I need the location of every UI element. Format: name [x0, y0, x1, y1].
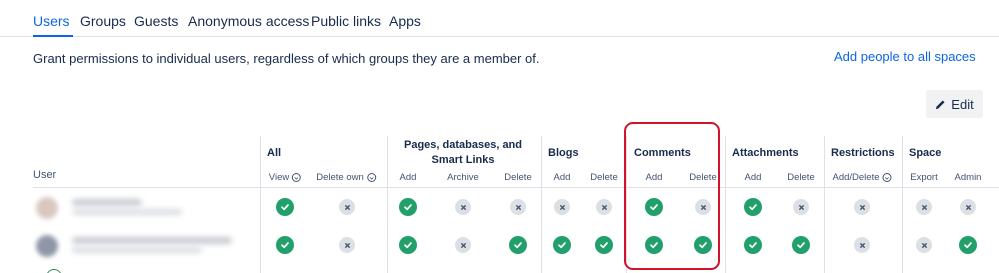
permission-denied-icon[interactable] [596, 199, 612, 215]
subheader-space-admin: Admin [954, 172, 982, 183]
tab-anonymous-access[interactable]: Anonymous access [188, 13, 309, 29]
permission-granted-icon[interactable] [595, 236, 613, 254]
active-tab-indicator [33, 35, 73, 37]
avatar [36, 235, 58, 257]
permission-denied-icon[interactable] [510, 199, 526, 215]
group-header-attachments: Attachments [732, 147, 799, 159]
group-header-space: Space [909, 147, 942, 159]
column-divider [902, 136, 903, 273]
permission-denied-icon[interactable] [339, 237, 355, 253]
tab-guests[interactable]: Guests [134, 13, 178, 29]
group-header-blogs: Blogs [548, 147, 579, 159]
subheader-comments-add: Add [645, 172, 663, 183]
permission-tabs: Users Groups Guests Anonymous access Pub… [0, 0, 999, 37]
permission-denied-icon[interactable] [793, 199, 809, 215]
column-divider [824, 136, 825, 273]
subheader-comments-delete: Delete [689, 172, 717, 183]
column-divider [725, 136, 726, 273]
permission-granted-icon[interactable] [959, 236, 977, 254]
permission-granted-icon[interactable] [399, 198, 417, 216]
column-divider [626, 136, 627, 273]
subheader-view-label: View [268, 172, 290, 183]
permission-denied-icon[interactable] [455, 199, 471, 215]
subheader-attachments-add: Add [744, 172, 762, 183]
group-header-restrictions: Restrictions [831, 147, 895, 159]
subheader-view: View [268, 172, 302, 183]
avatar [36, 197, 58, 219]
permission-denied-icon[interactable] [695, 199, 711, 215]
column-divider [260, 136, 261, 273]
user-column-header: User [33, 169, 57, 181]
info-icon[interactable] [882, 173, 892, 182]
subheader-space-export: Export [910, 172, 938, 183]
group-header-all: All [267, 147, 282, 159]
subheader-pages-archive: Archive [447, 172, 479, 183]
page-description: Grant permissions to individual users, r… [33, 51, 540, 66]
permission-granted-icon[interactable] [645, 198, 663, 216]
user-name-redacted [72, 199, 142, 206]
permission-denied-icon[interactable] [854, 199, 870, 215]
permission-denied-icon[interactable] [916, 237, 932, 253]
permission-granted-icon[interactable] [792, 236, 810, 254]
user-name-redacted [72, 237, 232, 244]
subheader-pages-delete: Delete [504, 172, 532, 183]
permission-granted-icon[interactable] [509, 236, 527, 254]
permission-granted-icon[interactable] [645, 236, 663, 254]
permission-granted-icon[interactable] [744, 236, 762, 254]
edit-button-label: Edit [951, 96, 974, 112]
permission-granted-icon[interactable] [399, 236, 417, 254]
subheader-delete-own: Delete own [316, 172, 376, 183]
user-email-redacted [72, 209, 182, 215]
permission-granted-icon[interactable] [553, 236, 571, 254]
column-divider [541, 136, 542, 273]
add-people-link[interactable]: Add people to all spaces [834, 49, 976, 64]
column-divider [387, 136, 388, 273]
permission-denied-icon[interactable] [854, 237, 870, 253]
group-header-comments: Comments [634, 147, 691, 159]
tab-users[interactable]: Users [33, 13, 70, 29]
group-header-pages: Pages, databases, and Smart Links [404, 139, 522, 166]
subheader-pages-add: Add [399, 172, 417, 183]
user-email-redacted [72, 247, 202, 253]
permission-denied-icon[interactable] [960, 199, 976, 215]
permission-granted-icon[interactable] [276, 236, 294, 254]
permission-granted-icon[interactable] [744, 198, 762, 216]
permission-denied-icon[interactable] [339, 199, 355, 215]
subheader-delete-own-label: Delete own [316, 172, 364, 183]
avatar [46, 269, 62, 273]
subheader-attachments-delete: Delete [787, 172, 815, 183]
permission-granted-icon[interactable] [694, 236, 712, 254]
info-icon[interactable] [292, 173, 302, 182]
subheader-blogs-add: Add [553, 172, 571, 183]
edit-button[interactable]: Edit [926, 90, 983, 118]
permission-denied-icon[interactable] [916, 199, 932, 215]
pencil-icon [936, 99, 945, 109]
permission-denied-icon[interactable] [554, 199, 570, 215]
tab-public-links[interactable]: Public links [311, 13, 381, 29]
subheader-blogs-delete: Delete [590, 172, 618, 183]
info-icon[interactable] [366, 173, 376, 182]
subheader-restrictions-label: Add/Delete [832, 172, 880, 183]
subheader-restrictions: Add/Delete [832, 172, 892, 183]
permission-denied-icon[interactable] [455, 237, 471, 253]
permission-granted-icon[interactable] [276, 198, 294, 216]
tab-groups[interactable]: Groups [80, 13, 126, 29]
tab-apps[interactable]: Apps [389, 13, 421, 29]
header-divider [33, 187, 999, 188]
